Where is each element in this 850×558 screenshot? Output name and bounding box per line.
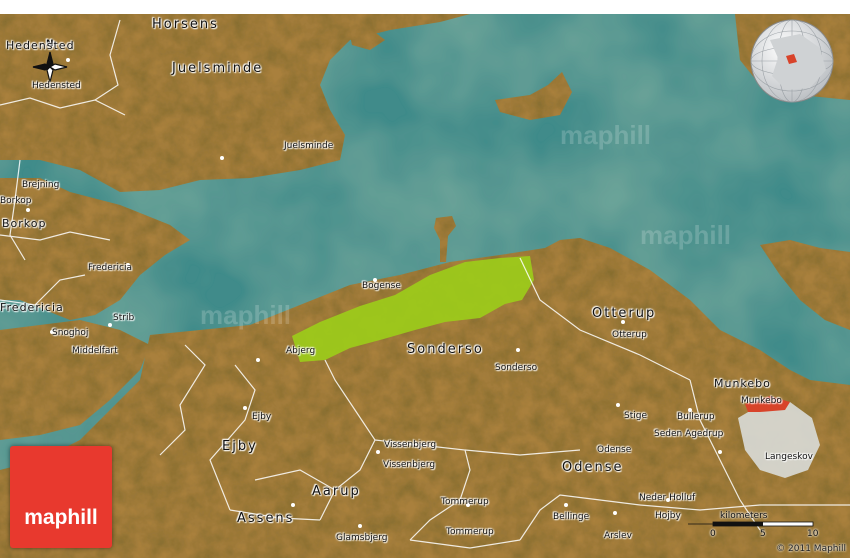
label-strib: Strib [113,313,135,323]
map[interactable]: maphill maphill maphill N Horsens Hedens… [0,0,850,558]
watermark: maphill [560,120,652,150]
label-juelsminde: Juelsminde [172,61,264,76]
label-sonderso: Sonderso [407,342,484,357]
scale-tick-0: 0 [710,529,716,539]
label-tommerup: Tommerup [446,527,494,537]
label-tommerup-town: Tommerup [441,497,489,507]
label-hedensted-town: Hedensted [32,81,81,91]
label-abjerg: Abjerg [286,346,316,356]
label-fredericia-town: Fredericia [88,263,132,273]
watermark: maphill [640,220,732,250]
label-bellinge: Bellinge [553,512,590,522]
label-munkebo-town: Munkebo [741,396,782,406]
label-assens: Assens [237,511,295,526]
scale-tick-5: 5 [760,529,766,539]
label-hojby: Hojby [655,511,681,521]
label-bogense: Bogense [362,281,401,291]
label-sonderso-town: Sonderso [495,363,538,373]
label-juelsminde-town: Juelsminde [284,141,334,151]
label-munkebo: Munkebo [714,377,771,390]
label-vissenbjerg-town: Vissenbjerg [384,440,437,450]
brand-label: maphill [24,506,98,529]
label-glamsbjerg: Glamsbjerg [336,533,388,543]
label-odense-town: Odense [597,445,632,455]
map-canvas [0,0,850,558]
copyright: © 2011 Maphill [776,544,846,554]
maphill-logo-button[interactable]: maphill [10,446,112,548]
label-fredericia: Fredericia [0,301,64,314]
label-arslev: Arslev [604,531,632,541]
label-vissenbjerg: Vissenbjerg [383,460,436,470]
label-seden: Seden Agedrup [654,429,724,439]
label-odense: Odense [562,460,624,475]
label-snoghoj: Snoghoj [52,328,89,338]
label-neder-holluf: Neder Holluf [639,493,696,503]
scale-tick-10: 10 [807,529,819,539]
label-langeskov: Langeskov [765,452,813,462]
label-ejby: Ejby [222,439,258,454]
watermark: maphill [200,300,292,330]
label-otterup-town: Otterup [612,330,647,340]
label-hedensted: Hedensted [6,39,75,52]
locator-globe [750,19,834,103]
label-middelfart: Middelfart [72,346,118,356]
label-stige: Stige [624,411,647,421]
label-borkop: Borkop [2,217,47,230]
label-borkop-town: Borkop [0,196,32,206]
scale-title: kilometers [720,511,768,521]
label-otterup: Otterup [592,306,657,321]
label-ejby-town: Ejby [252,412,272,422]
label-brejning: Brejning [22,180,60,190]
label-aarup: Aarup [312,484,361,499]
top-strip [0,0,850,14]
label-horsens: Horsens [152,17,219,32]
label-bullerup: Bullerup [677,412,715,422]
